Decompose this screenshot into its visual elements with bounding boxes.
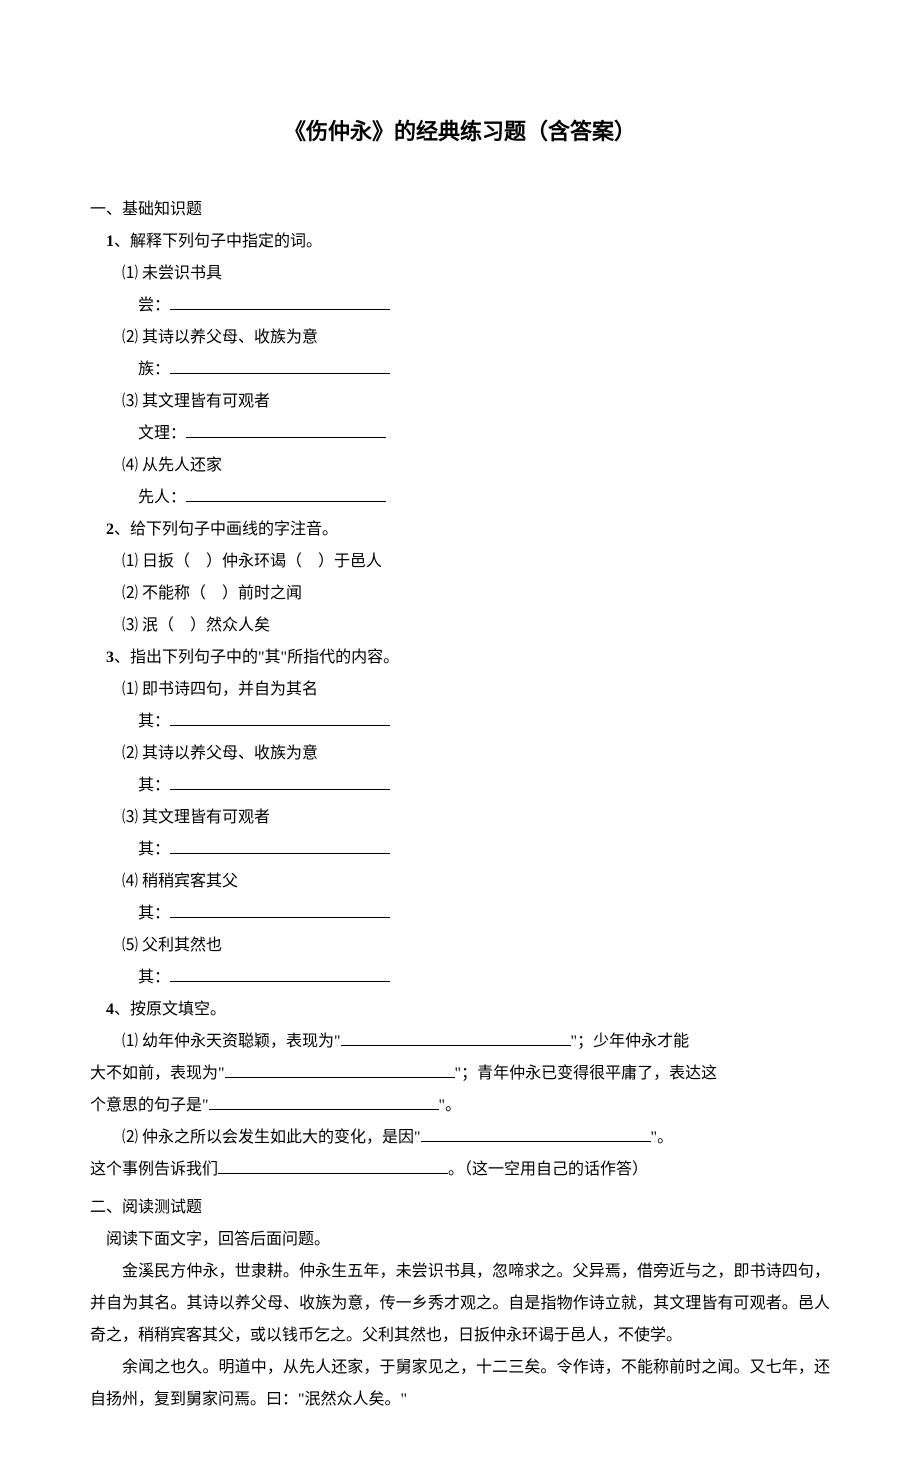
q1-heading: 1、解释下列句子中指定的词。 <box>90 226 830 258</box>
q3-5-fieldname: 其： <box>138 969 170 986</box>
q3-4-label: ⑷ 稍稍宾客其父 <box>90 866 830 898</box>
q3-4-blank[interactable] <box>170 902 390 918</box>
q3-3-fieldname: 其： <box>138 841 170 858</box>
q2-2: ⑵ 不能称（ ）前时之闻 <box>90 578 830 610</box>
q1-text: 、解释下列句子中指定的词。 <box>114 233 322 250</box>
q4-1-blank2[interactable] <box>225 1062 455 1078</box>
q4-2a: ⑵ 仲永之所以会发生如此大的变化，是因" <box>122 1129 421 1146</box>
q1-2-field: 族： <box>90 354 830 386</box>
q4-2-line1: ⑵ 仲永之所以会发生如此大的变化，是因" "。 <box>90 1122 830 1154</box>
q1-4-blank[interactable] <box>186 486 386 502</box>
q4-1b: "；少年仲永才能 <box>571 1033 690 1050</box>
q3-5-label: ⑸ 父利其然也 <box>90 930 830 962</box>
q1-1-label: ⑴ 未尝识书具 <box>90 258 830 290</box>
q1-2-label: ⑵ 其诗以养父母、收族为意 <box>90 322 830 354</box>
q3-5-field: 其： <box>90 962 830 994</box>
q4-1-blank1[interactable] <box>341 1030 571 1046</box>
q2-text: 、给下列句子中画线的字注音。 <box>114 521 338 538</box>
q1-1-fieldname: 尝： <box>138 297 170 314</box>
q3-heading: 3、指出下列句子中的"其"所指代的内容。 <box>90 642 830 674</box>
q1-1-field: 尝： <box>90 290 830 322</box>
q3-3-blank[interactable] <box>170 838 390 854</box>
q2-1: ⑴ 日扳（ ）仲永环谒（ ）于邑人 <box>90 546 830 578</box>
section-1-heading: 一、基础知识题 <box>90 194 830 226</box>
q1-4-field: 先人： <box>90 482 830 514</box>
q1-4-label: ⑷ 从先人还家 <box>90 450 830 482</box>
q1-2-blank[interactable] <box>170 358 390 374</box>
q1-3-fieldname: 文理： <box>138 425 186 442</box>
page-title: 《伤仲永》的经典练习题（含答案） <box>90 110 830 154</box>
q1-2-fieldname: 族： <box>138 361 170 378</box>
q4-1-blank3[interactable] <box>209 1094 439 1110</box>
q4-2-line2: 这个事例告诉我们 。（这一空用自己的话作答） <box>90 1154 830 1186</box>
q1-3-blank[interactable] <box>186 422 386 438</box>
q3-2-field: 其： <box>90 770 830 802</box>
q4-2b: "。 <box>651 1129 674 1146</box>
q2-3: ⑶ 泯（ ）然众人矣 <box>90 610 830 642</box>
q4-1f: "。 <box>439 1097 462 1114</box>
q2-number: 2 <box>106 521 114 538</box>
q3-number: 3 <box>106 649 114 666</box>
q4-2-blank1[interactable] <box>421 1126 651 1142</box>
q3-3-label: ⑶ 其文理皆有可观者 <box>90 802 830 834</box>
q3-3-field: 其： <box>90 834 830 866</box>
q4-1c: 大不如前，表现为" <box>90 1065 225 1082</box>
q4-1-line2: 大不如前，表现为" "；青年仲永已变得很平庸了，表达这 <box>90 1058 830 1090</box>
q3-5-blank[interactable] <box>170 966 390 982</box>
q3-1-label: ⑴ 即书诗四句，并自为其名 <box>90 674 830 706</box>
reading-instruction: 阅读下面文字，回答后面问题。 <box>90 1224 830 1256</box>
passage-2: 余闻之也久。明道中，从先人还家，于舅家见之，十二三矣。令作诗，不能称前时之闻。又… <box>90 1352 830 1416</box>
q3-text: 、指出下列句子中的"其"所指代的内容。 <box>114 649 399 666</box>
q4-1-line3: 个意思的句子是" "。 <box>90 1090 830 1122</box>
q4-1d: "；青年仲永已变得很平庸了，表达这 <box>455 1065 718 1082</box>
q3-1-field: 其： <box>90 706 830 738</box>
q4-heading: 4、按原文填空。 <box>90 994 830 1026</box>
q3-4-field: 其： <box>90 898 830 930</box>
q1-number: 1 <box>106 233 114 250</box>
q4-1a: ⑴ 幼年仲永天资聪颖，表现为" <box>122 1033 341 1050</box>
q3-1-fieldname: 其： <box>138 713 170 730</box>
q3-2-label: ⑵ 其诗以养父母、收族为意 <box>90 738 830 770</box>
q1-1-blank[interactable] <box>170 294 390 310</box>
q4-2-blank2[interactable] <box>218 1158 448 1174</box>
q3-4-fieldname: 其： <box>138 905 170 922</box>
q3-1-blank[interactable] <box>170 710 390 726</box>
q4-1-line1: ⑴ 幼年仲永天资聪颖，表现为" "；少年仲永才能 <box>90 1026 830 1058</box>
q2-heading: 2、给下列句子中画线的字注音。 <box>90 514 830 546</box>
q1-4-fieldname: 先人： <box>138 489 186 506</box>
passage-1: 金溪民方仲永，世隶耕。仲永生五年，未尝识书具，忽啼求之。父异焉，借旁近与之，即书… <box>90 1256 830 1352</box>
q1-3-label: ⑶ 其文理皆有可观者 <box>90 386 830 418</box>
q3-2-fieldname: 其： <box>138 777 170 794</box>
q1-3-field: 文理： <box>90 418 830 450</box>
q3-2-blank[interactable] <box>170 774 390 790</box>
q4-1e: 个意思的句子是" <box>90 1097 209 1114</box>
q4-2c: 这个事例告诉我们 <box>90 1161 218 1178</box>
section-2-heading: 二、阅读测试题 <box>90 1192 830 1224</box>
q4-2d: 。（这一空用自己的话作答） <box>448 1161 648 1178</box>
q4-text: 、按原文填空。 <box>114 1001 226 1018</box>
q4-number: 4 <box>106 1001 114 1018</box>
